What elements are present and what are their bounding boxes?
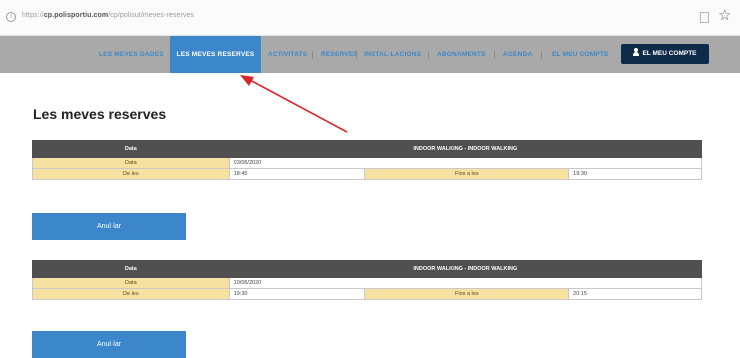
- nav-item-reserves[interactable]: RESERVES: [321, 36, 358, 73]
- url-prefix: https://: [22, 12, 44, 19]
- nav-item-meu-compte[interactable]: EL MEU COMPTE: [552, 36, 609, 73]
- cancel-reservation-button[interactable]: Anul·lar: [32, 213, 186, 240]
- page-icon[interactable]: [700, 12, 709, 23]
- reservation-header-left: Data: [32, 140, 230, 158]
- cancel-reservation-button[interactable]: Anul·lar: [32, 331, 186, 358]
- end-time-value: 20:15: [568, 288, 702, 300]
- nav-separator: [541, 51, 542, 59]
- reservation-activity-title: INDOOR WALKING - INDOOR WALKING: [228, 260, 703, 278]
- nav-item-installacions[interactable]: INSTAL·LACIONS: [364, 36, 421, 73]
- reservation-time-row: De les 19:30 Fins a les 20:15: [32, 288, 702, 300]
- url-path: /cp/polisut/meves-reserves: [108, 12, 195, 19]
- star-icon[interactable]: ☆: [718, 7, 731, 25]
- user-icon: [633, 48, 640, 57]
- reservation-activity-title: INDOOR WALKING - INDOOR WALKING: [228, 140, 703, 158]
- browser-address-bar: i https://cp.polisportiu.com/cp/polisut/…: [0, 0, 740, 36]
- nav-item-abonaments[interactable]: ABONAMENTS: [437, 36, 486, 73]
- url-field[interactable]: https://cp.polisportiu.com/cp/polisut/me…: [22, 12, 194, 19]
- nav-separator: [494, 51, 495, 59]
- date-label: Data: [32, 157, 230, 169]
- end-time-label: Fins a les: [364, 168, 570, 180]
- nav-item-dades[interactable]: LES MEVES DADES: [99, 36, 164, 73]
- start-time-value: 18:45: [228, 168, 366, 180]
- nav-separator: [428, 51, 429, 59]
- reservation-header-row: Data INDOOR WALKING - INDOOR WALKING: [32, 140, 703, 158]
- account-button[interactable]: EL MEU COMPTE: [621, 44, 709, 64]
- reservation-header-row: Data INDOOR WALKING - INDOOR WALKING: [32, 260, 703, 278]
- nav-separator: [356, 51, 357, 59]
- site-navigation: LES MEVES DADES LES MEVES RESERVES ACTIV…: [0, 36, 740, 73]
- reservation-header-left: Data: [32, 260, 230, 278]
- date-value: 10/06/2020: [228, 277, 703, 289]
- info-icon[interactable]: i: [6, 12, 16, 22]
- end-time-label: Fins a les: [364, 288, 570, 300]
- start-time-label: De les: [32, 288, 230, 300]
- reservation-table: Data INDOOR WALKING - INDOOR WALKING Dat…: [32, 260, 703, 300]
- date-label: Data: [32, 277, 230, 289]
- nav-item-reserves-active[interactable]: LES MEVES RESERVES: [170, 36, 261, 73]
- reservation-table: Data INDOOR WALKING - INDOOR WALKING Dat…: [32, 140, 703, 180]
- nav-item-agenda[interactable]: AGENDA: [503, 36, 532, 73]
- page-title: Les meves reserves: [33, 106, 167, 122]
- reservation-date-row: Data 10/06/2020: [32, 277, 703, 289]
- start-time-label: De les: [32, 168, 230, 180]
- annotation-arrow-head: [240, 75, 254, 86]
- account-button-label: EL MEU COMPTE: [642, 50, 697, 57]
- reservation-time-row: De les 18:45 Fins a les 19:30: [32, 168, 702, 180]
- url-domain: cp.polisportiu.com: [43, 12, 109, 19]
- end-time-value: 19:30: [568, 168, 702, 180]
- date-value: 03/06/2020: [228, 157, 703, 169]
- nav-separator: [312, 51, 313, 59]
- start-time-value: 19:30: [228, 288, 366, 300]
- nav-item-activitats[interactable]: ACTIVITATS: [268, 36, 307, 73]
- reservation-date-row: Data 03/06/2020: [32, 157, 703, 169]
- annotation-arrow-line: [247, 78, 348, 133]
